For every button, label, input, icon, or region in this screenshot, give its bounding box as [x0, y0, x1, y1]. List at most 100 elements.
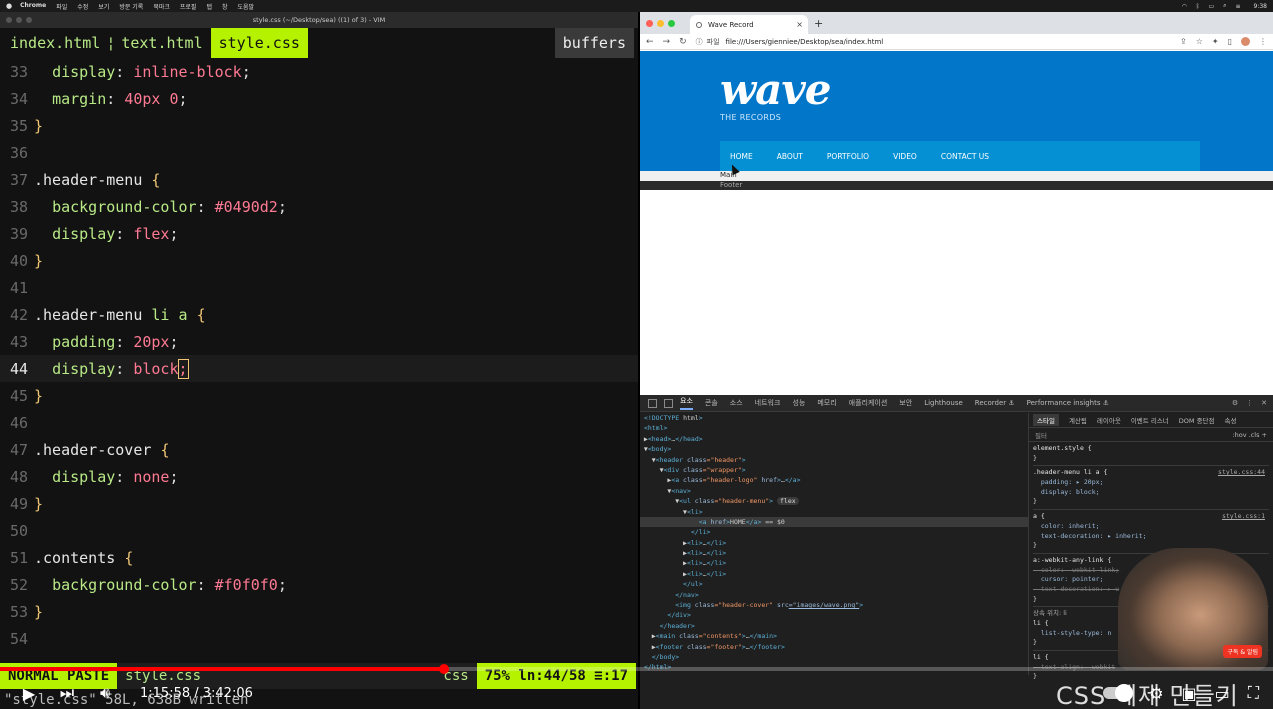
- miniplayer-icon[interactable]: ▣: [1182, 684, 1197, 703]
- inspect-element-icon[interactable]: [648, 398, 657, 408]
- dom-node-row[interactable]: <!DOCTYPE html>: [640, 413, 1028, 423]
- menubar-clock[interactable]: 9:38: [1254, 3, 1267, 10]
- styles-subtab[interactable]: 계산됨: [1069, 415, 1087, 425]
- chrome-zoom-button[interactable]: [668, 20, 675, 27]
- style-rule-line[interactable]: color: inherit;: [1033, 522, 1269, 532]
- flex-badge[interactable]: flex: [777, 497, 799, 506]
- dom-node-row[interactable]: ▶<main class="contents">…</main>: [640, 631, 1028, 641]
- more-options-icon[interactable]: ⋮: [1246, 399, 1253, 407]
- devtools-tab[interactable]: 소스: [730, 398, 743, 408]
- chrome-close-button[interactable]: [646, 20, 653, 27]
- back-arrow-icon[interactable]: ←: [646, 37, 654, 47]
- style-rule-line[interactable]: padding: ▸ 20px;: [1033, 478, 1269, 488]
- minimize-window-button[interactable]: [16, 17, 22, 23]
- menubar-item[interactable]: 프로필: [180, 2, 197, 11]
- close-tab-icon[interactable]: ×: [796, 20, 803, 29]
- devtools-tab[interactable]: 메모리: [817, 398, 836, 408]
- battery-icon[interactable]: ▭: [1208, 3, 1214, 10]
- vim-tab-text-html[interactable]: text.html: [121, 28, 202, 58]
- settings-gear-icon[interactable]: ⚙: [1149, 684, 1163, 703]
- devtools-tab[interactable]: 보안: [899, 398, 912, 408]
- devtools-dom-tree[interactable]: <!DOCTYPE html> <html> ▶<head>…</head> ▼…: [640, 413, 1028, 675]
- play-icon[interactable]: ▶: [20, 684, 38, 703]
- forward-arrow-icon[interactable]: →: [663, 37, 671, 47]
- close-window-button[interactable]: [6, 17, 12, 23]
- devtools-tab[interactable]: 콘솔: [705, 398, 718, 408]
- chrome-minimize-button[interactable]: [657, 20, 664, 27]
- site-menu-link-about[interactable]: ABOUT: [777, 152, 803, 161]
- devtools-tab[interactable]: 애플리케이션: [849, 398, 888, 408]
- address-bar[interactable]: file:///Users/gienniee/Desktop/sea/index…: [726, 38, 884, 46]
- menubar-item[interactable]: Chrome: [20, 2, 46, 11]
- styles-subtab[interactable]: 스타일: [1033, 414, 1059, 426]
- styles-subtab[interactable]: 이벤트 리스너: [1131, 415, 1169, 425]
- devtools-tab[interactable]: 요소: [680, 396, 693, 410]
- menubar-item[interactable]: 수정: [77, 2, 88, 11]
- new-tab-button[interactable]: +: [814, 17, 823, 30]
- info-icon[interactable]: ⓘ: [696, 37, 703, 47]
- dom-node-row[interactable]: ▼<div class="wrapper">: [640, 465, 1028, 475]
- vim-tab-style-css[interactable]: style.css: [210, 28, 308, 58]
- style-source-link[interactable]: style.css:1: [1222, 512, 1265, 522]
- site-menu-link-contact-us[interactable]: CONTACT US: [941, 152, 989, 161]
- dom-node-row[interactable]: </body>: [640, 652, 1028, 662]
- dom-node-row[interactable]: </ul>: [640, 579, 1028, 589]
- site-logo[interactable]: wave: [720, 65, 831, 114]
- dom-node-row[interactable]: ▼<header class="header">: [640, 455, 1028, 465]
- device-toolbar-icon[interactable]: [664, 398, 673, 408]
- dom-node-row[interactable]: ▶<li>…</li>: [640, 569, 1028, 579]
- style-source-link[interactable]: style.css:44: [1218, 468, 1265, 478]
- profile-avatar[interactable]: [1241, 37, 1250, 46]
- chrome-menu-icon[interactable]: ⋮: [1259, 37, 1267, 46]
- menubar-item[interactable]: 창: [222, 2, 228, 11]
- next-icon[interactable]: ⏭: [58, 683, 76, 702]
- video-progress-bar[interactable]: [0, 664, 1273, 674]
- styles-subtab[interactable]: 속성: [1225, 415, 1237, 425]
- dom-node-row[interactable]: ▼<li>: [640, 507, 1028, 517]
- dom-node-row[interactable]: <a href>HOME</a> == $0: [640, 516, 1028, 528]
- dom-node-row[interactable]: </nav>: [640, 590, 1028, 600]
- reload-icon[interactable]: ↻: [679, 37, 687, 47]
- menubar-item[interactable]: 북마크: [153, 2, 170, 11]
- dom-node-row[interactable]: ▼<body>: [640, 444, 1028, 454]
- volume-icon[interactable]: 🔊︎: [96, 683, 114, 702]
- autoplay-toggle[interactable]: [1103, 684, 1134, 702]
- menubar-item[interactable]: 도움말: [238, 2, 255, 11]
- wifi-icon[interactable]: ◠: [1182, 3, 1187, 10]
- close-icon[interactable]: ✕: [1261, 399, 1267, 407]
- menubar-item[interactable]: 탭: [206, 2, 212, 11]
- devtools-tab[interactable]: Performance insights ⚓: [1027, 399, 1109, 407]
- chrome-tab-wave-record[interactable]: Wave Record ×: [690, 15, 808, 34]
- dom-node-row[interactable]: ▼<ul class="header-menu"> flex: [640, 496, 1028, 506]
- site-menu-link-video[interactable]: VIDEO: [893, 152, 917, 161]
- dom-node-row[interactable]: ▶<a class="header-logo" href>…</a>: [640, 475, 1028, 485]
- extensions-icon[interactable]: ✦: [1212, 37, 1219, 46]
- site-menu-link-home[interactable]: HOME: [730, 152, 753, 161]
- dom-node-row[interactable]: <img class="header-cover" src="images/wa…: [640, 600, 1028, 610]
- share-icon[interactable]: ⇪: [1180, 37, 1187, 46]
- dom-node-row[interactable]: </header>: [640, 621, 1028, 631]
- bookmark-star-icon[interactable]: ☆: [1196, 37, 1203, 46]
- control-center-icon[interactable]: ≡: [1235, 3, 1240, 10]
- dom-node-row[interactable]: ▶<li>…</li>: [640, 548, 1028, 558]
- bluetooth-icon[interactable]: ᛒ: [1196, 3, 1200, 10]
- styles-filter-input[interactable]: 필터: [1035, 430, 1047, 440]
- dom-node-row[interactable]: ▶<li>…</li>: [640, 558, 1028, 568]
- site-menu-link-portfolio[interactable]: PORTFOLIO: [827, 152, 869, 161]
- menubar-item[interactable]: 방문 기록: [119, 2, 143, 11]
- dom-node-row[interactable]: ▶<head>…</head>: [640, 434, 1028, 444]
- zoom-window-button[interactable]: [26, 17, 32, 23]
- dom-node-row[interactable]: </li>: [640, 527, 1028, 537]
- dom-node-row[interactable]: </div>: [640, 610, 1028, 620]
- styles-filter-actions[interactable]: :hov .cls +: [1232, 431, 1267, 439]
- dom-node-row[interactable]: ▶<footer class="footer">…</footer>: [640, 642, 1028, 652]
- dom-node-row[interactable]: <html>: [640, 423, 1028, 433]
- style-rule-line[interactable]: text-decoration: ▸ inherit;: [1033, 532, 1269, 542]
- dom-node-row[interactable]: ▶<li>…</li>: [640, 538, 1028, 548]
- settings-gear-icon[interactable]: ⚙: [1232, 399, 1238, 407]
- fullscreen-icon[interactable]: ⛶: [1248, 683, 1259, 703]
- search-icon[interactable]: ⌕: [1223, 2, 1226, 10]
- menubar-item[interactable]: 보기: [98, 2, 109, 11]
- devtools-tab[interactable]: 네트워크: [755, 398, 781, 408]
- devtools-tab[interactable]: 성능: [792, 398, 805, 408]
